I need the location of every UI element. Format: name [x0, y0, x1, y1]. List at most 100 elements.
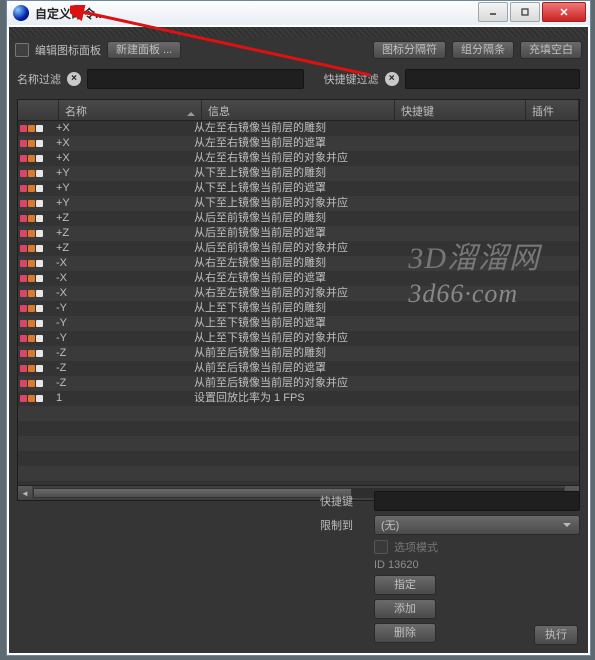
- table-row[interactable]: -Y从上至下镜像当前层的遮罩: [18, 316, 579, 331]
- delete-button[interactable]: 删除: [374, 623, 436, 643]
- row-plugin: [504, 316, 579, 331]
- group-separator-button[interactable]: 组分隔条: [452, 41, 514, 59]
- table-row[interactable]: -Y从上至下镜像当前层的对象并应: [18, 331, 579, 346]
- name-filter-input[interactable]: [87, 69, 304, 89]
- row-plugin: [504, 136, 579, 151]
- row-shortcut: [378, 121, 504, 136]
- table-row[interactable]: -X从右至左镜像当前层的雕刻: [18, 256, 579, 271]
- row-name: -Y: [52, 301, 190, 316]
- option-mode-label: 选项模式: [394, 539, 438, 555]
- table-row-empty: [18, 406, 579, 421]
- row-plugin: [504, 241, 579, 256]
- row-info: 设置回放比率为 1 FPS: [190, 391, 378, 406]
- row-plugin: [504, 196, 579, 211]
- row-shortcut: [378, 271, 504, 286]
- table-row[interactable]: -X从右至左镜像当前层的对象并应: [18, 286, 579, 301]
- table-row[interactable]: +Y从下至上镜像当前层的对象并应: [18, 196, 579, 211]
- close-button[interactable]: [542, 2, 586, 22]
- shortcut-field-input[interactable]: [374, 491, 580, 511]
- table-row[interactable]: -Z从前至后镜像当前层的遮罩: [18, 361, 579, 376]
- row-name: +Y: [52, 166, 190, 181]
- row-icons: [18, 166, 52, 181]
- th-icons[interactable]: [18, 100, 59, 120]
- row-plugin: [504, 271, 579, 286]
- row-info: 从后至前镜像当前层的对象并应: [190, 241, 378, 256]
- table-row[interactable]: +X从左至右镜像当前层的遮罩: [18, 136, 579, 151]
- row-icons: [18, 361, 52, 376]
- window-title: 自定义命令...: [35, 5, 105, 22]
- detail-panel: 快捷键 限制到 (无) 选项模式 ID 13620 指定 添加 删除: [9, 481, 588, 653]
- maximize-button[interactable]: [510, 2, 540, 22]
- row-name: +X: [52, 136, 190, 151]
- table-body[interactable]: +X从左至右镜像当前层的雕刻+X从左至右镜像当前层的遮罩+X从左至右镜像当前层的…: [18, 121, 579, 485]
- table-row[interactable]: +X从左至右镜像当前层的对象并应: [18, 151, 579, 166]
- table-row[interactable]: -Y从上至下镜像当前层的雕刻: [18, 301, 579, 316]
- row-info: 从前至后镜像当前层的对象并应: [190, 376, 378, 391]
- table-header: 名称 信息 快捷键 插件: [18, 100, 579, 121]
- row-icons: [18, 301, 52, 316]
- table-row[interactable]: +Z从后至前镜像当前层的雕刻: [18, 211, 579, 226]
- titlebar[interactable]: 自定义命令...: [7, 1, 590, 25]
- row-info: 从下至上镜像当前层的对象并应: [190, 196, 378, 211]
- table-row-empty: [18, 451, 579, 466]
- row-shortcut: [378, 391, 504, 406]
- row-name: -Y: [52, 316, 190, 331]
- row-icons: [18, 331, 52, 346]
- row-shortcut: [378, 166, 504, 181]
- table-row[interactable]: +Y从下至上镜像当前层的雕刻: [18, 166, 579, 181]
- row-icons: [18, 376, 52, 391]
- table-row-empty: [18, 466, 579, 481]
- row-plugin: [504, 301, 579, 316]
- row-icons: [18, 286, 52, 301]
- row-info: 从上至下镜像当前层的遮罩: [190, 316, 378, 331]
- new-panel-button[interactable]: 新建面板 ...: [107, 41, 181, 59]
- edit-palette-checkbox[interactable]: [15, 43, 29, 57]
- table-row[interactable]: 1设置回放比率为 1 FPS: [18, 391, 579, 406]
- th-name[interactable]: 名称: [59, 100, 202, 120]
- icon-separator-button[interactable]: 图标分隔符: [373, 41, 446, 59]
- row-name: -Z: [52, 361, 190, 376]
- execute-button[interactable]: 执行: [534, 625, 578, 645]
- row-name: +Z: [52, 226, 190, 241]
- table-row[interactable]: +Z从后至前镜像当前层的遮罩: [18, 226, 579, 241]
- table-row[interactable]: +X从左至右镜像当前层的雕刻: [18, 121, 579, 136]
- row-plugin: [504, 286, 579, 301]
- add-button[interactable]: 添加: [374, 599, 436, 619]
- th-plugin[interactable]: 插件: [526, 100, 579, 120]
- toolbar: 编辑图标面板 新建面板 ... 图标分隔符 组分隔条 充填空白: [9, 37, 588, 63]
- table-row[interactable]: -X从右至左镜像当前层的遮罩: [18, 271, 579, 286]
- minimize-button[interactable]: [478, 2, 508, 22]
- option-mode-checkbox[interactable]: [374, 540, 388, 554]
- assign-button[interactable]: 指定: [374, 575, 436, 595]
- row-name: +Y: [52, 181, 190, 196]
- command-table: 名称 信息 快捷键 插件 +X从左至右镜像当前层的雕刻+X从左至右镜像当前层的遮…: [17, 99, 580, 501]
- table-row[interactable]: -Z从前至后镜像当前层的对象并应: [18, 376, 579, 391]
- row-info: 从右至左镜像当前层的雕刻: [190, 256, 378, 271]
- app-icon: [13, 5, 29, 21]
- shortcut-filter-input[interactable]: [405, 69, 580, 89]
- clear-name-filter-icon[interactable]: ×: [67, 72, 81, 86]
- th-info[interactable]: 信息: [202, 100, 395, 120]
- row-shortcut: [378, 316, 504, 331]
- row-shortcut: [378, 376, 504, 391]
- clear-shortcut-filter-icon[interactable]: ×: [385, 72, 399, 86]
- fill-blank-button[interactable]: 充填空白: [520, 41, 582, 59]
- row-info: 从上至下镜像当前层的雕刻: [190, 301, 378, 316]
- row-icons: [18, 136, 52, 151]
- row-shortcut: [378, 196, 504, 211]
- row-info: 从左至右镜像当前层的雕刻: [190, 121, 378, 136]
- app-window: 自定义命令... 编辑图标面板 新建面板 ... 图标分隔符 组分隔条 充填空白…: [6, 0, 591, 656]
- table-row[interactable]: -Z从前至后镜像当前层的雕刻: [18, 346, 579, 361]
- row-plugin: [504, 151, 579, 166]
- table-row[interactable]: +Y从下至上镜像当前层的遮罩: [18, 181, 579, 196]
- row-info: 从左至右镜像当前层的遮罩: [190, 136, 378, 151]
- th-shortcut[interactable]: 快捷键: [395, 100, 526, 120]
- restrict-dropdown[interactable]: (无): [374, 515, 580, 535]
- row-icons: [18, 391, 52, 406]
- filter-row: 名称过滤 × 快捷键过滤 ×: [9, 63, 588, 95]
- grip-bar[interactable]: [9, 27, 588, 37]
- row-plugin: [504, 331, 579, 346]
- window-buttons: [478, 2, 586, 22]
- row-info: 从左至右镜像当前层的对象并应: [190, 151, 378, 166]
- table-row[interactable]: +Z从后至前镜像当前层的对象并应: [18, 241, 579, 256]
